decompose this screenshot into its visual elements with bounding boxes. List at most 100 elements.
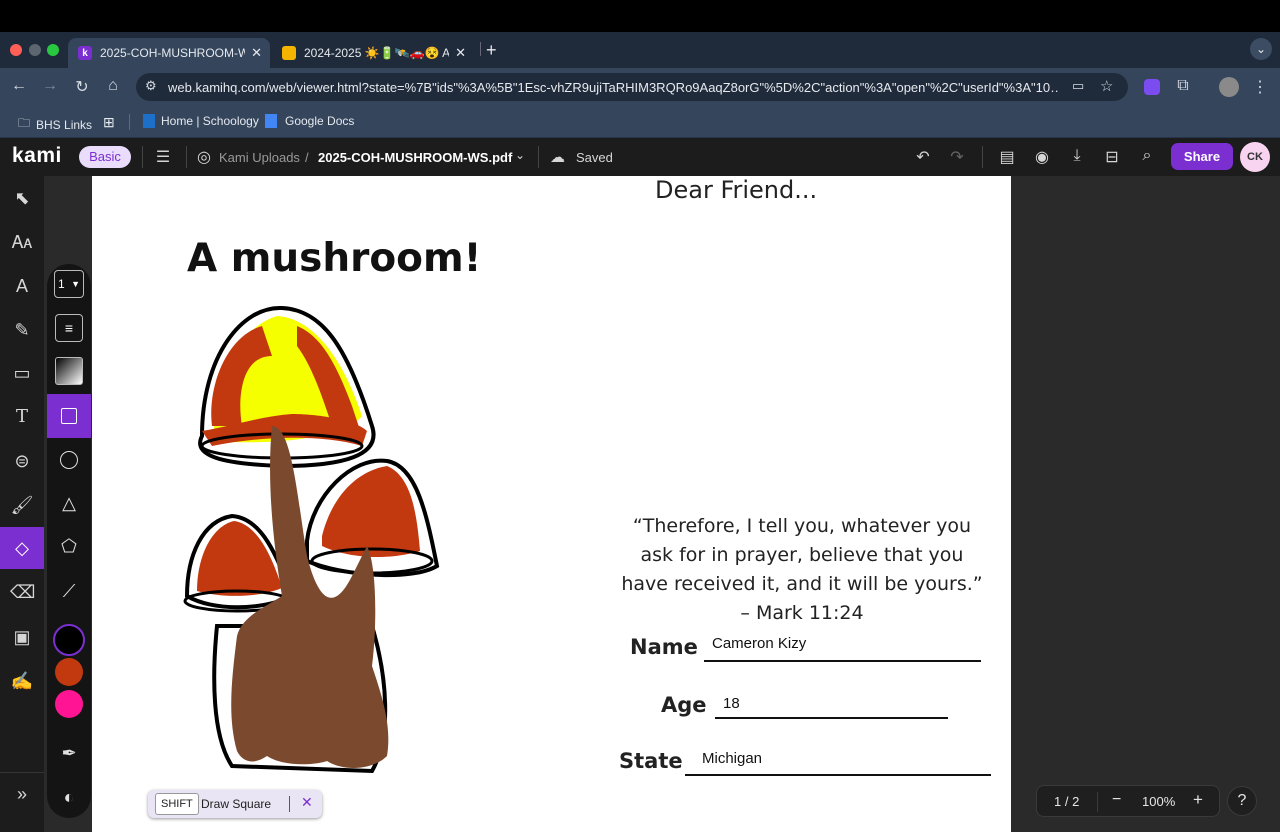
pdf-page[interactable]: Dear Friend... A mushroom! “Therefore, I…: [92, 176, 1011, 832]
expand-sidebar-icon[interactable]: »: [10, 782, 34, 806]
document-icon[interactable]: ▤: [996, 147, 1018, 167]
browser-tab-active[interactable]: k 2025-COH-MUSHROOM-WS ✕: [68, 38, 270, 68]
search-icon[interactable]: ⌕: [1136, 147, 1158, 165]
share-button[interactable]: Share: [1171, 143, 1233, 170]
color-swatch-pink[interactable]: [55, 690, 83, 718]
color-swatch-black[interactable]: [53, 624, 85, 656]
zoom-level[interactable]: 100%: [1142, 794, 1175, 809]
apps-grid-icon[interactable]: ⊞: [103, 114, 115, 131]
select-tool-icon[interactable]: ⬉: [10, 186, 34, 210]
equation-icon[interactable]: ⊜: [10, 449, 34, 473]
age-underline: [715, 717, 948, 719]
stroke-size-select[interactable]: 1 ▼: [54, 270, 84, 298]
name-field[interactable]: Cameron Kizy: [712, 635, 806, 652]
undo-icon[interactable]: ↶: [912, 147, 934, 167]
more-menu-icon[interactable]: ⋮: [1250, 77, 1270, 97]
tab-close-icon[interactable]: ✕: [251, 45, 262, 61]
close-icon[interactable]: ✕: [301, 794, 313, 811]
home-icon[interactable]: ⌂: [103, 77, 123, 95]
mushroom-drawing: [183, 305, 440, 774]
line-tool-icon[interactable]: ⟋: [47, 569, 91, 613]
text-tool-icon[interactable]: T: [10, 405, 34, 429]
divider: [186, 146, 187, 168]
polygon-icon[interactable]: ⬠: [47, 524, 91, 568]
shapes-icon[interactable]: ◇: [10, 536, 34, 560]
line-style-icon[interactable]: ≡: [55, 314, 83, 342]
outline-list-icon[interactable]: ☰: [152, 147, 174, 167]
kami-logo[interactable]: kami: [12, 144, 62, 168]
tab-search-icon[interactable]: ⌄: [1250, 38, 1272, 60]
age-label: Age: [661, 693, 707, 717]
screen-top-bar: [0, 0, 1280, 32]
stroke-size-value: 1: [58, 277, 65, 291]
new-tab-button[interactable]: +: [486, 40, 497, 61]
eraser-icon[interactable]: ⌫: [10, 580, 35, 604]
highlighter-icon[interactable]: ✎: [10, 318, 34, 342]
eyedropper-icon[interactable]: ✒: [47, 731, 91, 775]
plan-badge[interactable]: Basic: [79, 146, 131, 168]
comment-icon[interactable]: ▭: [10, 361, 34, 385]
bookmark-folder-bhs-links[interactable]: 🗀 BHS Links: [18, 114, 92, 135]
page-indicator[interactable]: 1 / 2: [1054, 794, 1079, 809]
text-to-speech-icon[interactable]: A: [10, 274, 34, 298]
bookmark-star-icon[interactable]: ☆: [1100, 77, 1113, 95]
chevron-down-icon[interactable]: ⌄: [515, 148, 525, 162]
page-heading: Dear Friend...: [655, 176, 818, 204]
document-filename[interactable]: 2025-COH-MUSHROOM-WS.pdf: [318, 150, 512, 165]
breadcrumb-separator: /: [305, 150, 309, 165]
quote-line: – Mark 11:24: [740, 602, 864, 624]
eye-icon[interactable]: ◉: [1031, 147, 1053, 167]
age-field[interactable]: 18: [723, 695, 740, 712]
extension-icon[interactable]: [1144, 79, 1160, 95]
hint-text: Draw Square: [201, 797, 272, 811]
address-bar[interactable]: ⚙ web.kamihq.com/web/viewer.html?state=%…: [136, 73, 1128, 101]
cloud-saved-icon: ☁: [550, 149, 565, 166]
kami-favicon-icon: k: [78, 46, 92, 60]
triangle-icon[interactable]: △: [47, 481, 91, 525]
install-app-icon[interactable]: ▭: [1072, 78, 1084, 94]
shift-key: SHIFT: [155, 793, 199, 815]
forward-icon[interactable]: →: [40, 77, 60, 95]
palette-icon[interactable]: ◐: [47, 775, 91, 819]
paintbrush-icon[interactable]: 🖌: [10, 493, 34, 517]
tab-title: 2024-2025 ☀️🔋🛰️🚗😵 APL: [304, 46, 449, 60]
bookmark-divider: [129, 114, 130, 130]
browser-tab[interactable]: 2024-2025 ☀️🔋🛰️🚗😵 APL ✕: [272, 38, 474, 68]
quote-line: have received it, and it will be yours.”: [621, 573, 983, 595]
reload-icon[interactable]: ↻: [72, 77, 92, 97]
state-field[interactable]: Michigan: [702, 750, 762, 767]
color-swatch-rust[interactable]: [55, 658, 83, 686]
tab-divider: [480, 42, 481, 56]
close-window-button[interactable]: [10, 44, 22, 56]
site-settings-icon[interactable]: ⚙: [145, 78, 157, 94]
dictionary-icon[interactable]: 🗛: [10, 230, 34, 254]
extensions-puzzle-icon[interactable]: ⧉: [1173, 77, 1193, 95]
bookmark-label: BHS Links: [36, 117, 93, 132]
divider: [982, 146, 983, 168]
divider: [1097, 792, 1098, 812]
chevron-down-icon: ▼: [71, 279, 80, 289]
signature-icon[interactable]: ✍: [10, 669, 34, 693]
globe-icon[interactable]: ◎: [193, 147, 215, 167]
maximize-window-button[interactable]: [47, 44, 59, 56]
profile-avatar[interactable]: [1219, 77, 1239, 97]
download-icon[interactable]: ⤓: [1066, 147, 1088, 165]
image-icon[interactable]: ▣: [10, 625, 34, 649]
minimize-window-button[interactable]: [29, 44, 41, 56]
shortcut-hint: SHIFT Draw Square ✕: [148, 790, 322, 818]
back-icon[interactable]: ←: [9, 77, 29, 95]
user-avatar[interactable]: CK: [1240, 142, 1270, 172]
circle-icon[interactable]: [60, 451, 78, 469]
zoom-out-button[interactable]: −: [1112, 791, 1121, 809]
quote-line: “Therefore, I tell you, whatever you: [632, 515, 972, 537]
redo-icon[interactable]: ↷: [946, 147, 968, 167]
breadcrumb-root[interactable]: Kami Uploads: [219, 150, 300, 165]
bookmark-google-docs[interactable]: Google Docs: [265, 114, 354, 128]
tab-close-icon[interactable]: ✕: [455, 45, 466, 61]
bookmark-schoology[interactable]: Home | Schoology: [143, 114, 259, 128]
toolbox-icon[interactable]: ⊟: [1101, 147, 1123, 167]
opacity-swatch[interactable]: [55, 357, 83, 385]
zoom-in-button[interactable]: +: [1193, 790, 1203, 810]
help-button[interactable]: ?: [1227, 786, 1257, 816]
hint-divider: [289, 796, 290, 812]
